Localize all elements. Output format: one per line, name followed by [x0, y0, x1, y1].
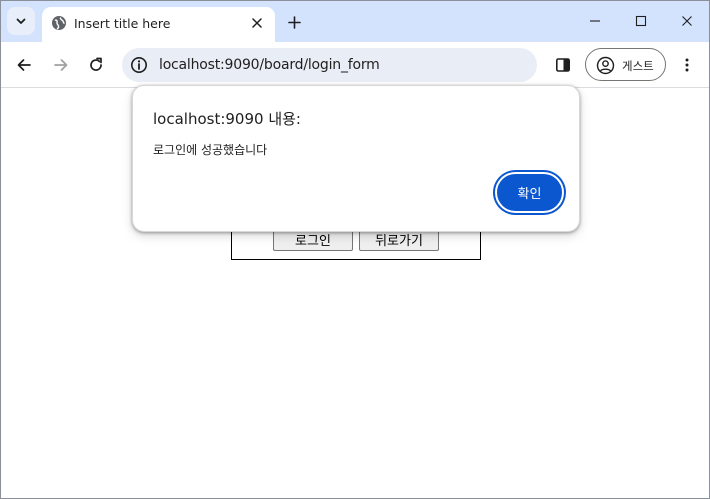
chevron-down-icon — [16, 18, 26, 24]
tab-strip: Insert title here — [1, 1, 709, 42]
browser-window: Insert title here localhost:9090/board/l… — [0, 0, 710, 499]
more-vert-icon — [685, 58, 689, 72]
browser-toolbar: localhost:9090/board/login_form 게스트 — [1, 42, 709, 88]
close-icon — [252, 18, 262, 28]
tab-title: Insert title here — [74, 16, 171, 31]
minimize-button[interactable] — [575, 7, 615, 35]
alert-message: 로그인에 성공했습니다 — [153, 143, 268, 157]
plus-icon — [287, 15, 301, 29]
globe-icon — [52, 16, 66, 30]
tab-active[interactable]: Insert title here — [42, 7, 275, 42]
reload-icon — [90, 57, 102, 71]
arrow-left-icon — [17, 59, 31, 71]
side-panel-icon — [555, 58, 570, 72]
reload-button[interactable] — [82, 51, 110, 79]
info-icon[interactable] — [130, 56, 148, 74]
tab-close-button[interactable] — [247, 13, 267, 33]
new-tab-button[interactable] — [282, 10, 306, 34]
profile-button[interactable]: 게스트 — [585, 48, 666, 81]
menu-button[interactable] — [673, 51, 701, 79]
person-icon — [596, 56, 615, 75]
close-icon — [682, 16, 692, 26]
forward-button[interactable] — [47, 51, 75, 79]
profile-label: 게스트 — [622, 59, 654, 73]
address-bar[interactable]: localhost:9090/board/login_form — [122, 48, 537, 82]
minimize-icon — [590, 20, 600, 22]
arrow-right-icon — [54, 59, 68, 71]
side-panel-button[interactable] — [549, 51, 577, 79]
window-close-button[interactable] — [667, 7, 707, 35]
address-url: localhost:9090/board/login_form — [159, 57, 380, 73]
back-button[interactable] — [10, 51, 38, 79]
tab-search-button[interactable] — [7, 7, 35, 35]
alert-ok-button[interactable]: 확인 — [495, 172, 564, 213]
maximize-icon — [635, 15, 647, 27]
alert-title: localhost:9090 내용: — [153, 110, 301, 128]
maximize-button[interactable] — [621, 7, 661, 35]
alert-dialog: localhost:9090 내용: 로그인에 성공했습니다 확인 — [132, 85, 580, 232]
